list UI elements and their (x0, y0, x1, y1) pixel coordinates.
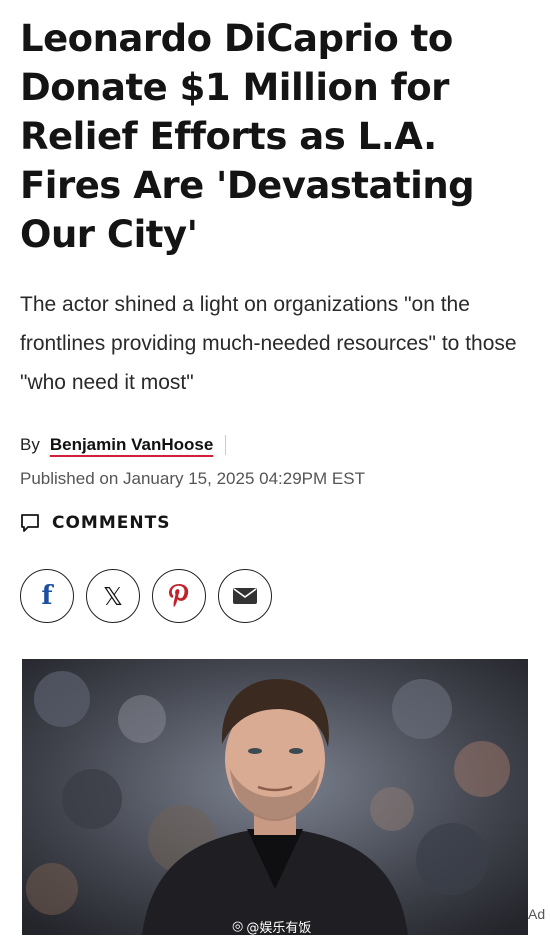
x-icon: 𝕏 (102, 581, 124, 611)
facebook-icon: f (41, 581, 53, 611)
share-x-button[interactable]: 𝕏 (86, 569, 140, 623)
ad-label: Ad (528, 906, 546, 922)
byline-prefix: By (20, 435, 40, 454)
article-headline: Leonardo DiCaprio to Donate $1 Million f… (20, 17, 475, 256)
article-dek: The actor shined a light on organization… (20, 293, 517, 394)
email-icon (233, 588, 257, 604)
byline-divider (225, 435, 227, 455)
portrait-illustration (22, 659, 528, 935)
published-date: Published on January 15, 2025 04:29PM ES… (20, 469, 365, 488)
share-facebook-button[interactable]: f (20, 569, 74, 623)
comments-button[interactable]: COMMENTS (20, 513, 170, 533)
author-link[interactable]: Benjamin VanHoose (50, 435, 213, 455)
pinterest-icon (169, 584, 189, 608)
comments-label: COMMENTS (52, 513, 171, 533)
article-hero-image (22, 659, 528, 935)
byline: By Benjamin VanHoose (20, 432, 227, 458)
watermark-text: @娱乐有饭 (246, 921, 312, 936)
share-bar: f 𝕏 (20, 569, 284, 623)
share-email-button[interactable] (218, 569, 272, 623)
weibo-icon: ◎ (232, 919, 244, 934)
comment-icon (21, 514, 39, 532)
image-watermark: ◎ @娱乐有饭 (232, 917, 311, 936)
share-pinterest-button[interactable] (152, 569, 206, 623)
